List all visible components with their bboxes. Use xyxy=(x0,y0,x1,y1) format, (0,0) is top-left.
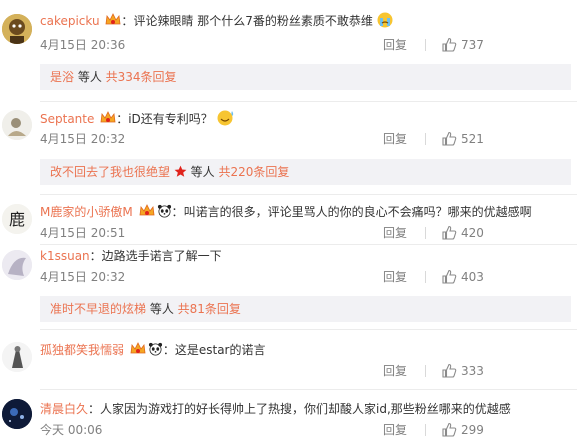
avatar[interactable] xyxy=(2,14,32,44)
reply-thread-summary[interactable]: 准时不早退的炫梯 等人 共81条回复 xyxy=(40,296,571,322)
comment-item: cakepicku ：评论辣眼睛 那个什么7番的粉丝素质不敢恭维 4月15日 2… xyxy=(0,0,577,100)
comment-text: iD还有专利吗？ xyxy=(128,112,213,126)
avatar[interactable] xyxy=(2,110,32,140)
vip-crown-badge-icon xyxy=(139,204,155,222)
thread-replier-link[interactable]: 准时不早退的炫梯 xyxy=(50,302,146,316)
divider xyxy=(425,39,426,51)
thumbs-up-icon xyxy=(442,269,457,284)
sweat-smile-emoji-icon xyxy=(217,110,235,130)
like-count: 521 xyxy=(461,132,484,146)
comment-text: 评论辣眼睛 那个什么7番的粉丝素质不敢恭维 xyxy=(133,14,373,28)
thumbs-up-icon xyxy=(442,131,457,146)
star-icon xyxy=(174,161,187,187)
panda-badge-icon xyxy=(157,204,172,222)
comment-body: 清晨白久：人家因为游戏打的好长得帅上了热搜，你们却酸人家id,那些粉丝哪来的优越… xyxy=(40,402,511,416)
comment-actions: 回复 420 xyxy=(377,225,577,241)
avatar[interactable] xyxy=(2,342,32,372)
comment-text: 边路选手诺言了解一下 xyxy=(101,249,222,263)
reply-button[interactable]: 回复 xyxy=(383,131,407,147)
thumbs-up-icon xyxy=(442,363,457,378)
divider xyxy=(425,133,426,145)
username-link[interactable]: k1ssuan xyxy=(40,249,90,263)
comment-body: k1ssuan：边路选手诺言了解一下 xyxy=(40,249,222,263)
crying-face-emoji-icon xyxy=(377,12,393,32)
comment-body: 孤独都笑我懦弱 ：这是estar的诺言 xyxy=(40,342,571,360)
thread-total-link[interactable]: 共334条回复 xyxy=(106,70,177,84)
comment-item: k1ssuan：边路选手诺言了解一下 4月15日 20:32 回复 403 准时… xyxy=(0,244,577,328)
comment-item: 鹿 M鹿家的小骄傲M ：叫诺言的很多，评论里骂人的你的良心不会痛吗？哪来的优越感… xyxy=(0,196,577,244)
vip-crown-badge-icon xyxy=(130,342,146,360)
divider xyxy=(425,365,426,377)
comment-body: Septante ：iD还有专利吗？ xyxy=(40,110,571,130)
divider xyxy=(425,227,426,239)
thumbs-up-icon xyxy=(442,225,457,240)
username-link[interactable]: 清晨白久 xyxy=(40,402,88,416)
comment-actions: 回复 299 xyxy=(377,422,577,438)
like-count: 737 xyxy=(461,38,484,52)
thread-replier-link[interactable]: 改不回去了我也很绝望 xyxy=(50,165,170,179)
like-count: 333 xyxy=(461,364,484,378)
comment-body: cakepicku ：评论辣眼睛 那个什么7番的粉丝素质不敢恭维 xyxy=(40,12,571,32)
comment-text: 这是estar的诺言 xyxy=(174,343,266,357)
username-link[interactable]: cakepicku xyxy=(40,14,100,28)
vip-crown-badge-icon xyxy=(100,111,116,129)
vip-crown-badge-icon xyxy=(105,13,121,31)
comment-time: 4月15日 20:36 xyxy=(40,38,126,52)
like-count: 299 xyxy=(461,423,484,437)
comment-actions: 回复 333 xyxy=(377,363,577,379)
reply-thread-summary[interactable]: 是浴 等人 共334条回复 xyxy=(40,64,571,90)
thumbs-up-icon xyxy=(442,422,457,437)
username-link[interactable]: M鹿家的小骄傲M xyxy=(40,205,133,219)
divider xyxy=(425,424,426,436)
comment-text: 人家因为游戏打的好长得帅上了热搜，你们却酸人家id,那些粉丝哪来的优越感 xyxy=(100,402,511,416)
thumbs-up-icon xyxy=(442,37,457,52)
comment-item: 清晨白久：人家因为游戏打的好长得帅上了热搜，你们却酸人家id,那些粉丝哪来的优越… xyxy=(0,390,577,447)
reply-thread-summary[interactable]: 改不回去了我也很绝望 等人 共220条回复 xyxy=(40,159,571,185)
thread-total-link[interactable]: 共81条回复 xyxy=(178,302,241,316)
comment-text: 叫诺言的很多，评论里骂人的你的良心不会痛吗？哪来的优越感啊 xyxy=(183,205,532,219)
like-count: 420 xyxy=(461,226,484,240)
divider xyxy=(40,194,577,195)
panda-badge-icon xyxy=(148,342,163,360)
svg-text:鹿: 鹿 xyxy=(9,210,25,229)
reply-button[interactable]: 回复 xyxy=(383,269,407,285)
comment-time: 今天 00:06 xyxy=(40,423,103,437)
reply-button[interactable]: 回复 xyxy=(383,363,407,379)
divider xyxy=(425,271,426,283)
avatar[interactable]: 鹿 xyxy=(2,204,32,234)
comment-feed: cakepicku ：评论辣眼睛 那个什么7番的粉丝素质不敢恭维 4月15日 2… xyxy=(0,0,577,447)
comment-item: Septante ：iD还有专利吗？ 4月15日 20:32 回复 521 改不… xyxy=(0,102,577,196)
reply-button[interactable]: 回复 xyxy=(383,422,407,438)
comment-actions: 回复 521 xyxy=(377,131,577,147)
comment-actions: 回复 403 xyxy=(377,269,577,285)
thread-total-link[interactable]: 共220条回复 xyxy=(218,165,289,179)
avatar[interactable] xyxy=(2,399,32,429)
like-count: 403 xyxy=(461,270,484,284)
comment-item: 孤独都笑我懦弱 ：这是estar的诺言 回复 333 xyxy=(0,330,577,382)
reply-button[interactable]: 回复 xyxy=(383,37,407,53)
avatar[interactable] xyxy=(2,250,32,280)
comment-actions: 回复 737 xyxy=(377,37,577,53)
comment-body: M鹿家的小骄傲M ：叫诺言的很多，评论里骂人的你的良心不会痛吗？哪来的优越感啊 xyxy=(40,204,571,222)
comment-time: 4月15日 20:51 xyxy=(40,226,126,240)
comment-time: 4月15日 20:32 xyxy=(40,270,126,284)
reply-button[interactable]: 回复 xyxy=(383,225,407,241)
username-link[interactable]: Septante xyxy=(40,112,94,126)
comment-time: 4月15日 20:32 xyxy=(40,132,126,146)
username-link[interactable]: 孤独都笑我懦弱 xyxy=(40,343,124,357)
thread-replier-link[interactable]: 是浴 xyxy=(50,70,74,84)
